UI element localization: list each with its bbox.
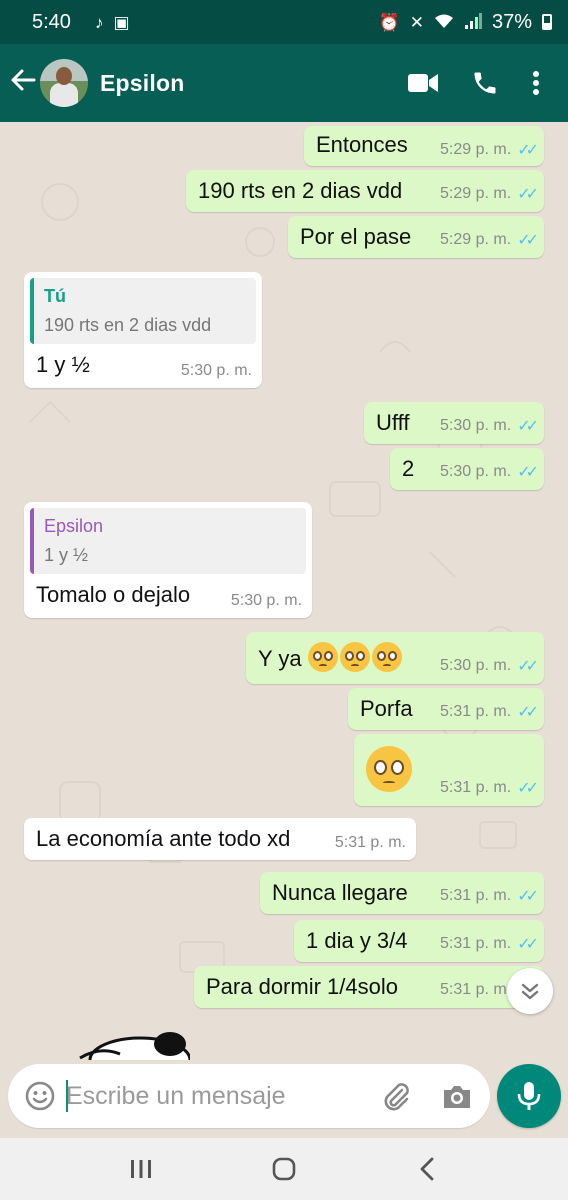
- mic-icon: [517, 1082, 541, 1110]
- message-time: 5:31 p. m.: [440, 779, 512, 796]
- home-icon[interactable]: [254, 1144, 314, 1194]
- message-time: 5:31 p. m.: [440, 981, 512, 998]
- message-text: La economía ante todo xd: [36, 826, 291, 851]
- double-chevron-down-icon: [521, 983, 539, 1000]
- avatar[interactable]: [40, 59, 88, 107]
- text-caret: [66, 1080, 68, 1112]
- alarm-icon: ⏰: [378, 12, 400, 32]
- message-time: 5:30 p. m.: [440, 463, 512, 480]
- tiktok-icon: ♪: [94, 12, 104, 32]
- chat-header: Epsilon: [0, 44, 568, 122]
- message-outgoing[interactable]: 190 rts en 2 dias vdd 5:29 p. m. ✓✓: [186, 170, 544, 212]
- message-text: Para dormir 1/4solo: [206, 974, 398, 999]
- wifi-icon: [434, 13, 454, 32]
- message-text: 2: [402, 456, 415, 481]
- message-time: 5:31 p. m.: [334, 834, 406, 851]
- pleading-face-icon: [372, 642, 402, 672]
- message-time: 5:29 p. m.: [440, 231, 512, 248]
- message-text: Por el pase: [300, 224, 412, 249]
- message-outgoing[interactable]: 5:31 p. m. ✓✓: [354, 734, 544, 806]
- contact-name[interactable]: Epsilon: [100, 70, 184, 97]
- quote-text: 1 y ½: [44, 545, 89, 565]
- message-input[interactable]: [66, 1078, 316, 1114]
- message-time: 5:30 p. m.: [440, 417, 512, 434]
- read-ticks-icon: ✓✓: [517, 658, 539, 675]
- recent-apps-icon[interactable]: [111, 1144, 171, 1194]
- message-time: 5:30 p. m.: [440, 657, 512, 674]
- clock: 5:40: [32, 10, 71, 33]
- message-time: 5:29 p. m.: [440, 185, 512, 202]
- more-options-icon[interactable]: [516, 58, 556, 108]
- read-ticks-icon: ✓✓: [517, 780, 539, 797]
- message-time: 5:30 p. m.: [230, 592, 302, 609]
- message-text: Nunca llegare: [272, 880, 408, 905]
- status-bar: 5:40 ♪ ▣ ⏰ ✕ 37%: [0, 0, 568, 44]
- message-outgoing[interactable]: Y ya 5:30 p. m. ✓✓: [246, 632, 544, 684]
- quote-author: Epsilon: [44, 516, 104, 536]
- message-outgoing[interactable]: Porfa 5:31 p. m. ✓✓: [348, 688, 544, 730]
- read-ticks-icon: ✓✓: [517, 888, 539, 905]
- pleading-face-icon: [366, 746, 412, 792]
- message-text: Entonces: [316, 132, 408, 157]
- quoted-message[interactable]: Tú 190 rts en 2 dias vdd: [30, 278, 256, 344]
- battery-icon: [542, 14, 552, 30]
- read-ticks-icon: ✓✓: [517, 936, 539, 953]
- chat-area[interactable]: Entonces 5:29 p. m. ✓✓ 190 rts en 2 dias …: [0, 122, 568, 1060]
- read-ticks-icon: ✓✓: [517, 232, 539, 249]
- system-nav-bar: [0, 1138, 568, 1200]
- message-outgoing[interactable]: 1 dia y 3/4 5:31 p. m. ✓✓: [294, 920, 544, 962]
- video-call-icon[interactable]: [392, 58, 454, 108]
- message-time: 5:31 p. m.: [440, 935, 512, 952]
- message-incoming[interactable]: La economía ante todo xd 5:31 p. m.: [24, 818, 416, 860]
- read-ticks-icon: ✓✓: [517, 418, 539, 435]
- message-text: 190 rts en 2 dias vdd: [198, 178, 403, 203]
- message-time: 5:31 p. m.: [440, 887, 512, 904]
- message-outgoing[interactable]: Para dormir 1/4solo 5:31 p. m.✓✓: [194, 966, 544, 1008]
- read-ticks-icon: ✓✓: [517, 142, 539, 159]
- message-outgoing[interactable]: Nunca llegare 5:31 p. m. ✓✓: [260, 872, 544, 914]
- message-outgoing[interactable]: Ufff 5:30 p. m. ✓✓: [364, 402, 544, 444]
- voice-call-icon[interactable]: [454, 58, 516, 108]
- back-nav-icon[interactable]: [397, 1144, 457, 1194]
- sticker-image[interactable]: [70, 1030, 190, 1060]
- message-outgoing[interactable]: Por el pase 5:29 p. m. ✓✓: [288, 216, 544, 258]
- battery-percent: 37%: [491, 10, 532, 33]
- quote-author: Tú: [44, 286, 66, 306]
- mic-button[interactable]: [497, 1064, 561, 1128]
- scroll-to-bottom-button[interactable]: [507, 968, 553, 1014]
- pleading-face-icon: [308, 642, 338, 672]
- attach-clip-icon[interactable]: [380, 1080, 414, 1114]
- message-text: 1 dia y 3/4: [306, 928, 408, 953]
- camera-icon[interactable]: [440, 1080, 474, 1114]
- read-ticks-icon: ✓✓: [517, 464, 539, 481]
- message-incoming[interactable]: Epsilon 1 y ½ Tomalo o dejalo 5:30 p. m.: [24, 502, 312, 618]
- message-text: Tomalo o dejalo: [36, 582, 191, 607]
- message-text: Ufff: [376, 410, 410, 435]
- message-time: 5:31 p. m.: [440, 703, 512, 720]
- read-ticks-icon: ✓✓: [517, 704, 539, 721]
- composer-bar: [0, 1060, 568, 1138]
- message-text: Porfa: [360, 696, 413, 721]
- emoji-icon[interactable]: [24, 1080, 56, 1112]
- message-outgoing[interactable]: 2 5:30 p. m. ✓✓: [390, 448, 544, 490]
- message-outgoing[interactable]: Entonces 5:29 p. m. ✓✓: [304, 126, 544, 166]
- mute-icon: ✕: [409, 12, 424, 32]
- quote-text: 190 rts en 2 dias vdd: [44, 315, 212, 335]
- message-time: 5:29 p. m.: [440, 141, 512, 158]
- message-time: 5:30 p. m.: [180, 362, 252, 379]
- message-composer[interactable]: [8, 1064, 490, 1128]
- pleading-face-icon: [340, 642, 370, 672]
- back-arrow-icon[interactable]: [10, 67, 40, 99]
- emoji-group: [308, 642, 402, 672]
- signal-icon: [464, 12, 482, 32]
- message-text: 1 y ½: [36, 352, 90, 377]
- quoted-message[interactable]: Epsilon 1 y ½: [30, 508, 306, 574]
- gallery-icon: ▣: [113, 12, 130, 32]
- message-incoming[interactable]: Tú 190 rts en 2 dias vdd 1 y ½ 5:30 p. m…: [24, 272, 262, 388]
- read-ticks-icon: ✓✓: [517, 186, 539, 203]
- message-text: Y ya: [258, 646, 302, 671]
